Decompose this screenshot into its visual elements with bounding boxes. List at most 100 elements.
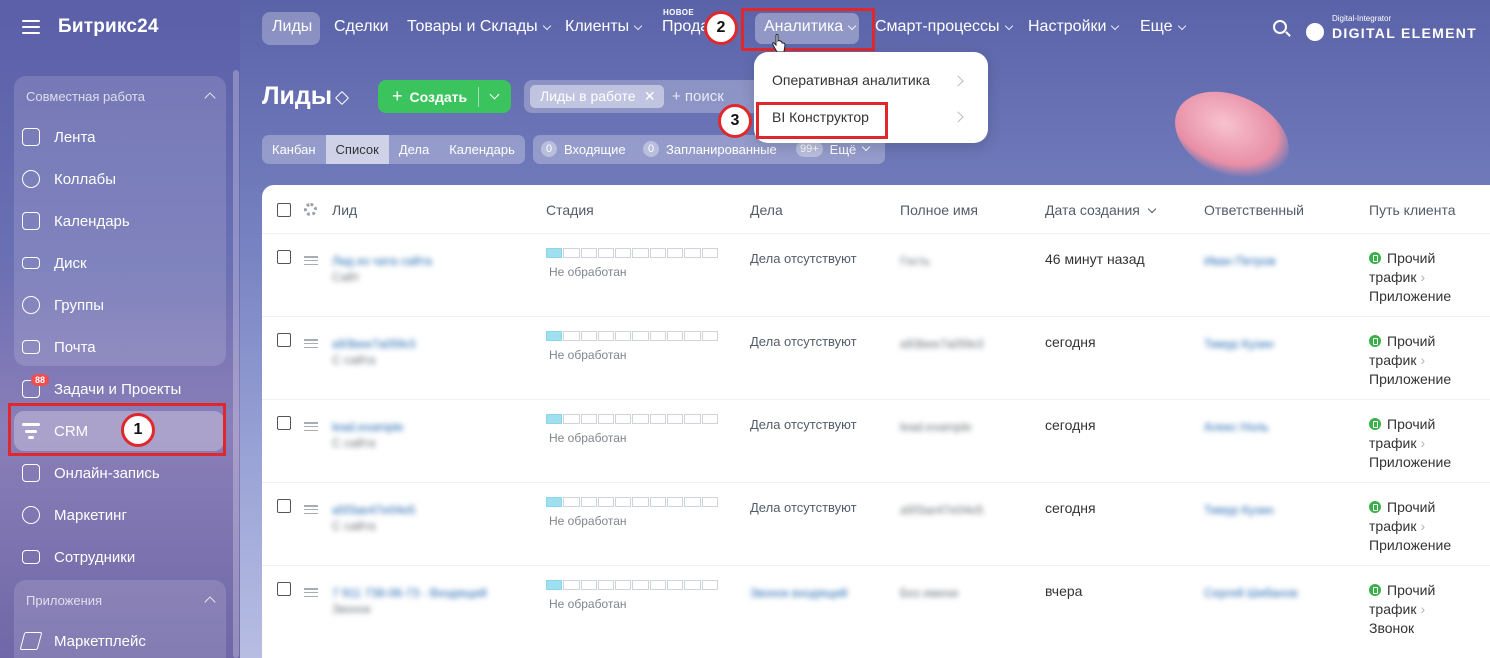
counter-planned[interactable]: 0 Запланированные [643, 141, 777, 157]
view-calendar[interactable]: Календарь [439, 135, 525, 164]
row-checkbox[interactable] [277, 499, 291, 513]
collab-icon [22, 170, 40, 188]
divider [478, 86, 479, 107]
counter-more[interactable]: 99+ Ещё [796, 141, 871, 157]
created-date: сегодня [1045, 334, 1096, 350]
gear-icon[interactable] [304, 203, 317, 216]
col-owner[interactable]: Ответственный [1204, 202, 1304, 218]
drag-handle-icon[interactable] [304, 505, 318, 514]
sidebar-item-employees[interactable]: Сотрудники [22, 542, 135, 572]
drag-handle-icon[interactable] [304, 256, 318, 265]
pin-icon[interactable] [334, 90, 350, 106]
sidebar-item-label: Онлайн-запись [54, 464, 160, 482]
page-title: Лиды [262, 82, 333, 110]
search-input[interactable]: + поиск [672, 88, 724, 105]
client-path: Прочий трафик › Звонок [1369, 582, 1436, 636]
chevron-down-icon[interactable] [489, 89, 500, 100]
owner-link[interactable]: Сергей Шибанов [1204, 586, 1298, 600]
col-fullname[interactable]: Полное имя [900, 202, 978, 218]
stage-label: Не обработан [549, 348, 627, 362]
sidebar-item-marketplace[interactable]: Маркетплейс [19, 626, 146, 656]
col-lead[interactable]: Лид [332, 202, 357, 218]
drag-handle-icon[interactable] [304, 588, 318, 597]
menu-icon[interactable] [22, 20, 40, 34]
owner-link[interactable]: Иван Петров [1204, 254, 1276, 268]
view-kanban[interactable]: Канбан [262, 135, 326, 164]
drag-handle-icon[interactable] [304, 339, 318, 348]
table-row[interactable]: 7 911 738-06-73 - Входящий Звонок Не обр… [262, 565, 1490, 648]
search-icon[interactable] [1273, 20, 1287, 34]
sidebar-item-label: Маркетинг [54, 506, 127, 524]
col-created[interactable]: Дата создания [1045, 202, 1157, 218]
source-icon [1369, 418, 1381, 430]
tab-leads[interactable]: Лиды [272, 18, 312, 36]
view-list[interactable]: Список [325, 135, 389, 164]
sidebar-item-calendar[interactable]: Календарь [22, 206, 130, 236]
table-row[interactable]: a5f3ae47e04e5 С сайта Не обработан Дела … [262, 482, 1490, 565]
owner-link[interactable]: Алекс Ноль [1204, 420, 1269, 434]
lead-title[interactable]: 7 911 738-06-73 - Входящий [332, 586, 487, 600]
select-all-checkbox[interactable] [277, 203, 291, 217]
row-checkbox[interactable] [277, 333, 291, 347]
app-logo[interactable]: Битрикс24 [58, 16, 159, 38]
sidebar-item-label: Диск [54, 254, 87, 272]
tab-products[interactable]: Товары и Склады [407, 18, 551, 36]
view-activities[interactable]: Дела [389, 135, 439, 164]
marketing-icon [22, 506, 40, 524]
drag-handle-icon[interactable] [304, 422, 318, 431]
tab-settings[interactable]: Настройки [1028, 18, 1120, 36]
tasks-badge: 88 [31, 374, 50, 386]
lead-title[interactable]: Лид из чата сайта [332, 254, 432, 268]
group-collab-header[interactable]: Совместная работа [14, 76, 226, 116]
source-icon [1369, 501, 1381, 513]
stage-bar[interactable] [546, 497, 718, 507]
row-checkbox[interactable] [277, 416, 291, 430]
group-apps-header[interactable]: Приложения [14, 580, 226, 620]
employees-icon [22, 550, 40, 564]
col-path[interactable]: Путь клиента [1369, 202, 1456, 218]
brand-dot-icon [1306, 23, 1324, 41]
close-icon[interactable]: ✕ [644, 85, 656, 108]
sort-down-icon [1147, 204, 1157, 214]
chevron-down-icon [1177, 21, 1186, 30]
owner-link[interactable]: Тимур Кузин [1204, 503, 1274, 517]
menu-item-operational-analytics[interactable]: Оперативная аналитика [772, 72, 930, 88]
counter-incoming[interactable]: 0 Входящие [541, 141, 626, 157]
sidebar-item-booking[interactable]: Онлайн-запись [22, 458, 160, 488]
owner-link[interactable]: Тимур Кузин [1204, 337, 1274, 351]
tab-more[interactable]: Еще [1140, 18, 1186, 36]
lead-title[interactable]: a5f3ae47e04e5 [332, 503, 415, 517]
view-switcher: Канбан Список Дела Календарь [262, 135, 525, 164]
lead-title[interactable]: lead.example [332, 420, 403, 434]
sidebar-item-marketing[interactable]: Маркетинг [22, 500, 127, 530]
stage-bar[interactable] [546, 248, 718, 258]
stage-bar[interactable] [546, 580, 718, 590]
sidebar-item-groups[interactable]: Группы [22, 290, 104, 320]
sidebar-item-mail[interactable]: Почта [22, 332, 96, 362]
stage-bar[interactable] [546, 414, 718, 424]
sidebar-item-collabs[interactable]: Коллабы [22, 164, 116, 194]
lead-title[interactable]: a93bee7a05fe3 [332, 337, 415, 351]
table-row[interactable]: lead.example С сайта Не обработан Дела о… [262, 399, 1490, 482]
sidebar-item-disk[interactable]: Диск [22, 248, 87, 278]
step-marker-3: 3 [718, 104, 752, 138]
tab-smart-processes[interactable]: Смарт-процессы [875, 18, 1013, 36]
col-deals[interactable]: Дела [750, 202, 783, 218]
row-checkbox[interactable] [277, 250, 291, 264]
filter-chip[interactable]: Лиды в работе ✕ [530, 85, 664, 108]
sidebar-item-feed[interactable]: Лента [22, 122, 96, 152]
sidebar-scrollbar[interactable] [233, 70, 239, 658]
tab-deals[interactable]: Сделки [334, 18, 389, 36]
table-row[interactable]: a93bee7a05fe3 С сайта Не обработан Дела … [262, 316, 1490, 399]
tab-sales[interactable]: Прода [662, 18, 709, 36]
tab-clients[interactable]: Клиенты [565, 18, 643, 36]
stage-label: Не обработан [549, 597, 627, 611]
table-row[interactable]: Лид из чата сайта Сайт Не обработан Дела… [262, 233, 1490, 316]
sidebar-item-label: Лента [54, 128, 96, 146]
tab-label: Сделки [334, 18, 389, 35]
row-checkbox[interactable] [277, 582, 291, 596]
create-button[interactable]: + Создать [378, 80, 511, 113]
stage-bar[interactable] [546, 331, 718, 341]
col-stage[interactable]: Стадия [546, 202, 594, 218]
deals-status[interactable]: Звонок входящий [750, 586, 847, 600]
